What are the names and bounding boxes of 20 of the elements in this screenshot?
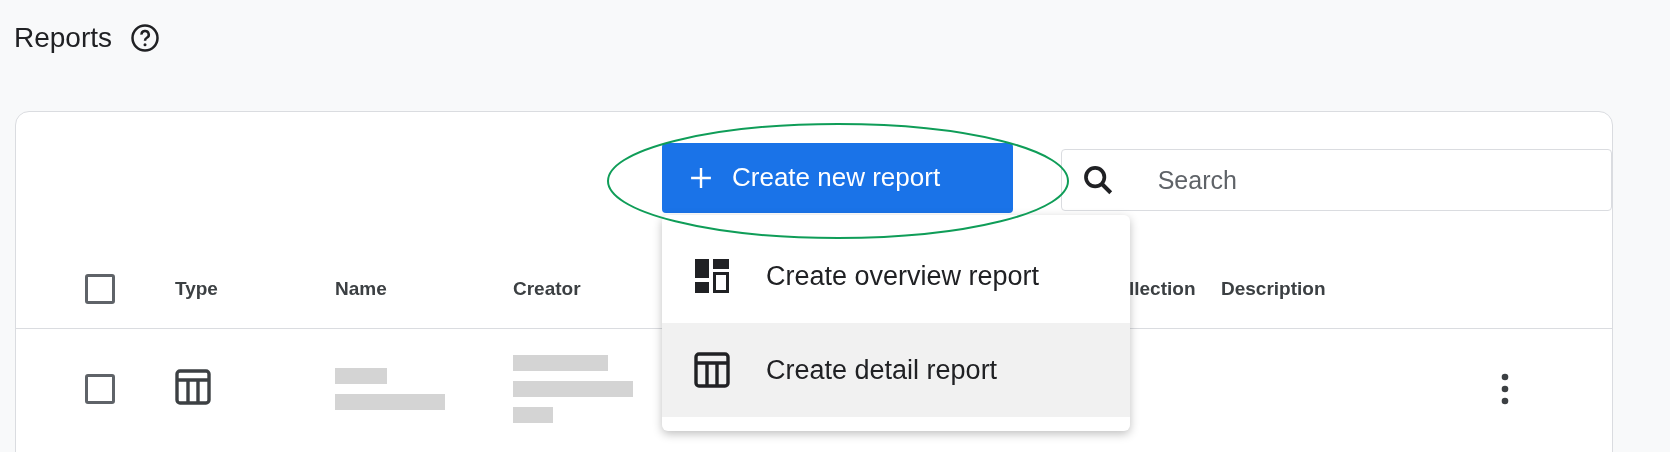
column-header: llection [1129, 278, 1196, 300]
search-field[interactable]: Search [1060, 149, 1612, 211]
column-header: Creator [513, 278, 581, 300]
table-icon [175, 369, 211, 405]
row-checkbox[interactable] [85, 374, 115, 404]
plus-icon [690, 166, 712, 189]
redacted-text [335, 368, 387, 384]
menu-item[interactable]: Create detail report [662, 323, 1130, 417]
page-title: Reports [14, 22, 113, 54]
table-icon [694, 352, 730, 388]
column-header: Type [175, 278, 218, 300]
help-icon[interactable] [130, 23, 161, 53]
select-all-checkbox[interactable] [85, 274, 115, 304]
menu-item[interactable]: Create overview report [662, 229, 1130, 323]
redacted-text [513, 407, 553, 423]
more-options-icon[interactable] [1501, 373, 1509, 405]
create-report-button[interactable]: Create new report [662, 142, 1013, 213]
dashboard-icon [694, 258, 730, 294]
column-header: Name [335, 278, 387, 300]
column-header: Description [1221, 278, 1326, 300]
